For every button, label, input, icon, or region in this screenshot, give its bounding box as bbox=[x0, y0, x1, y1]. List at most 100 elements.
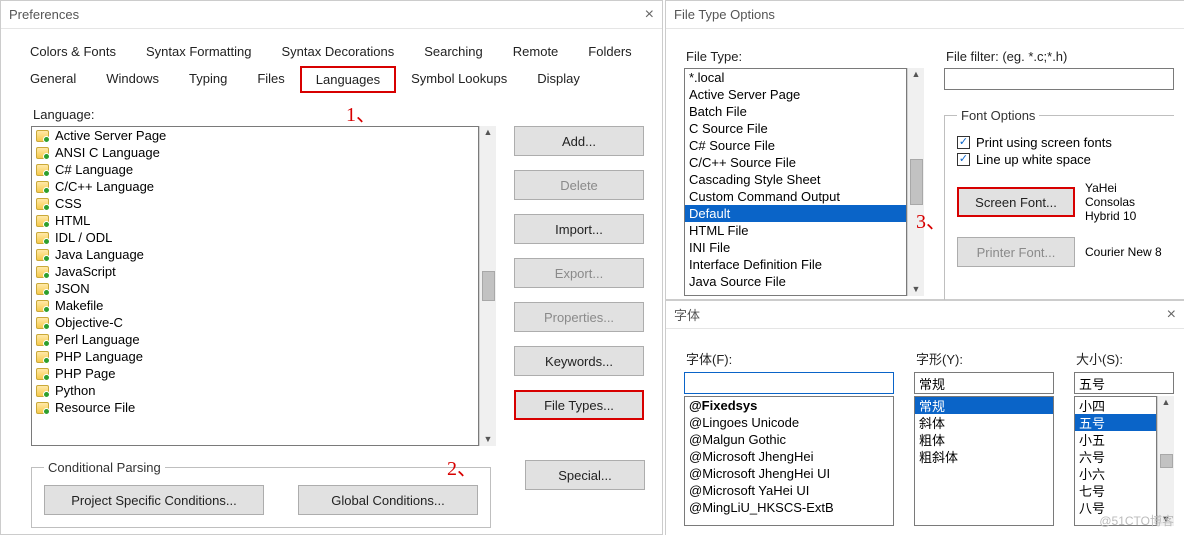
language-item[interactable]: Makefile bbox=[32, 297, 478, 314]
language-item[interactable]: JSON bbox=[32, 280, 478, 297]
filetype-item[interactable]: Cascading Style Sheet bbox=[685, 171, 906, 188]
filetype-item[interactable]: INI File bbox=[685, 239, 906, 256]
import-button[interactable]: Import... bbox=[514, 214, 644, 244]
screen-font-button[interactable]: Screen Font... bbox=[957, 187, 1075, 217]
size-scrollbar[interactable]: ▲ ▼ bbox=[1157, 396, 1174, 526]
size-listbox[interactable]: 小四五号小五六号小六七号八号 bbox=[1074, 396, 1157, 526]
watermark: @51CTO博客 bbox=[1099, 512, 1174, 529]
annotation-3: 3、 bbox=[916, 205, 946, 234]
language-item[interactable]: C/C++ Language bbox=[32, 178, 478, 195]
keywords-button[interactable]: Keywords... bbox=[514, 346, 644, 376]
list-item[interactable]: @Microsoft JhengHei bbox=[685, 448, 893, 465]
list-item[interactable]: @MingLiU_HKSCS-ExtB bbox=[685, 499, 893, 516]
language-item[interactable]: Active Server Page bbox=[32, 127, 478, 144]
file-icon bbox=[36, 283, 49, 295]
list-item[interactable]: @Lingoes Unicode bbox=[685, 414, 893, 431]
close-icon[interactable]: × bbox=[1167, 307, 1176, 323]
project-conditions-button[interactable]: Project Specific Conditions... bbox=[44, 485, 264, 515]
style-input[interactable] bbox=[914, 372, 1054, 394]
scroll-down-icon[interactable]: ▼ bbox=[912, 285, 921, 294]
list-item[interactable]: @Malgun Gothic bbox=[685, 431, 893, 448]
list-item[interactable]: 七号 bbox=[1075, 482, 1156, 499]
filetype-item[interactable]: C# Source File bbox=[685, 137, 906, 154]
list-item[interactable]: 粗斜体 bbox=[915, 448, 1053, 465]
tab-display[interactable]: Display bbox=[522, 66, 595, 93]
language-item[interactable]: JavaScript bbox=[32, 263, 478, 280]
file-icon bbox=[36, 249, 49, 261]
font-listbox[interactable]: @Fixedsys@Lingoes Unicode@Malgun Gothic@… bbox=[684, 396, 894, 526]
list-item[interactable]: 五号 bbox=[1075, 414, 1156, 431]
printer-font-button[interactable]: Printer Font... bbox=[957, 237, 1075, 267]
filetype-item[interactable]: C Source File bbox=[685, 120, 906, 137]
global-conditions-button[interactable]: Global Conditions... bbox=[298, 485, 478, 515]
language-listbox[interactable]: Active Server PageANSI C LanguageC# Lang… bbox=[31, 126, 479, 446]
scroll-up-icon[interactable]: ▲ bbox=[484, 128, 493, 137]
list-item[interactable]: 粗体 bbox=[915, 431, 1053, 448]
file-types-button[interactable]: File Types... bbox=[514, 390, 644, 420]
language-item[interactable]: PHP Page bbox=[32, 365, 478, 382]
language-item[interactable]: PHP Language bbox=[32, 348, 478, 365]
filetype-item[interactable]: Interface Definition File bbox=[685, 256, 906, 273]
language-item[interactable]: Resource File bbox=[32, 399, 478, 416]
tab-syntax-formatting[interactable]: Syntax Formatting bbox=[131, 39, 267, 64]
list-item[interactable]: 常规 bbox=[915, 397, 1053, 414]
filetype-item[interactable]: Active Server Page bbox=[685, 86, 906, 103]
language-item[interactable]: IDL / ODL bbox=[32, 229, 478, 246]
language-item[interactable]: Objective-C bbox=[32, 314, 478, 331]
tab-windows[interactable]: Windows bbox=[91, 66, 174, 93]
language-item[interactable]: Perl Language bbox=[32, 331, 478, 348]
language-scrollbar[interactable]: ▲ ▼ bbox=[479, 126, 496, 446]
list-item[interactable]: @Fixedsys bbox=[685, 397, 893, 414]
tab-general[interactable]: General bbox=[15, 66, 91, 93]
list-item[interactable]: @Microsoft JhengHei UI bbox=[685, 465, 893, 482]
filetype-item[interactable]: HTML File bbox=[685, 222, 906, 239]
tab-symbol-lookups[interactable]: Symbol Lookups bbox=[396, 66, 522, 93]
language-item[interactable]: ANSI C Language bbox=[32, 144, 478, 161]
special-button[interactable]: Special... bbox=[525, 460, 645, 490]
print-screen-fonts-checkbox[interactable]: ✓Print using screen fonts bbox=[957, 135, 1162, 150]
filetype-listbox[interactable]: *.localActive Server PageBatch FileC Sou… bbox=[684, 68, 907, 296]
filetype-scrollbar[interactable]: ▲ ▼ bbox=[907, 68, 924, 296]
tab-remote[interactable]: Remote bbox=[498, 39, 574, 64]
filetype-item[interactable]: *.local bbox=[685, 69, 906, 86]
list-item[interactable]: 小四 bbox=[1075, 397, 1156, 414]
scroll-up-icon[interactable]: ▲ bbox=[912, 70, 921, 79]
list-item[interactable]: 六号 bbox=[1075, 448, 1156, 465]
size-input[interactable] bbox=[1074, 372, 1174, 394]
filetype-item[interactable]: Java Source File bbox=[685, 273, 906, 290]
export-button[interactable]: Export... bbox=[514, 258, 644, 288]
tab-folders[interactable]: Folders bbox=[573, 39, 646, 64]
list-item[interactable]: 小五 bbox=[1075, 431, 1156, 448]
scroll-thumb[interactable] bbox=[910, 159, 923, 205]
filefilter-input[interactable] bbox=[944, 68, 1174, 90]
tab-colors-fonts[interactable]: Colors & Fonts bbox=[15, 39, 131, 64]
language-item[interactable]: C# Language bbox=[32, 161, 478, 178]
language-item[interactable]: HTML bbox=[32, 212, 478, 229]
close-icon[interactable]: × bbox=[645, 7, 654, 23]
scroll-thumb[interactable] bbox=[1160, 454, 1173, 468]
language-item[interactable]: CSS bbox=[32, 195, 478, 212]
list-item[interactable]: 小六 bbox=[1075, 465, 1156, 482]
list-item[interactable]: 斜体 bbox=[915, 414, 1053, 431]
language-item[interactable]: Python bbox=[32, 382, 478, 399]
style-listbox[interactable]: 常规斜体粗体粗斜体 bbox=[914, 396, 1054, 526]
lineup-whitespace-checkbox[interactable]: ✓Line up white space bbox=[957, 152, 1162, 167]
filetype-item[interactable]: C/C++ Source File bbox=[685, 154, 906, 171]
filetype-item[interactable]: Custom Command Output bbox=[685, 188, 906, 205]
add-button[interactable]: Add... bbox=[514, 126, 644, 156]
properties-button[interactable]: Properties... bbox=[514, 302, 644, 332]
font-input[interactable] bbox=[684, 372, 894, 394]
filetype-item[interactable]: Batch File bbox=[685, 103, 906, 120]
filetype-item[interactable]: Default bbox=[685, 205, 906, 222]
tab-typing[interactable]: Typing bbox=[174, 66, 242, 93]
scroll-thumb[interactable] bbox=[482, 271, 495, 301]
language-item[interactable]: Java Language bbox=[32, 246, 478, 263]
scroll-down-icon[interactable]: ▼ bbox=[484, 435, 493, 444]
list-item[interactable]: @Microsoft YaHei UI bbox=[685, 482, 893, 499]
tab-searching[interactable]: Searching bbox=[409, 39, 498, 64]
scroll-up-icon[interactable]: ▲ bbox=[1162, 398, 1171, 407]
tab-languages[interactable]: Languages bbox=[300, 66, 396, 93]
tab-files[interactable]: Files bbox=[242, 66, 299, 93]
tab-syntax-decorations[interactable]: Syntax Decorations bbox=[266, 39, 409, 64]
delete-button[interactable]: Delete bbox=[514, 170, 644, 200]
